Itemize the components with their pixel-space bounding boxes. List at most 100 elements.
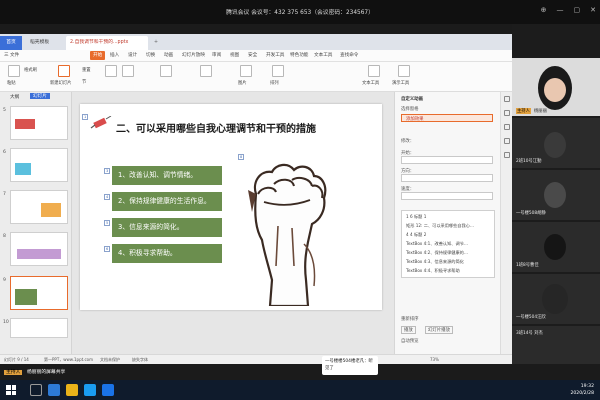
format-brush-label[interactable]: 格式刷 xyxy=(24,67,37,73)
reset-label[interactable]: 重置 xyxy=(82,67,91,73)
task-view-icon[interactable] xyxy=(30,384,42,396)
zoom-level[interactable]: 73% xyxy=(430,357,439,362)
start-select[interactable] xyxy=(401,156,493,164)
animation-list-item[interactable]: TextBox 4:1、改善认知、调节… xyxy=(406,241,468,247)
measure-box-2[interactable]: 2、保持规律健康的生活作息。 xyxy=(112,192,222,211)
bold-icon[interactable] xyxy=(105,65,117,77)
windows-start-icon[interactable] xyxy=(6,385,16,395)
menu-view[interactable]: 视图 xyxy=(230,52,239,58)
slide-thumbnail[interactable] xyxy=(10,148,68,182)
property-icon[interactable] xyxy=(504,96,510,102)
clock-time: 19:32 xyxy=(580,384,594,389)
windows-taskbar: 19:32 2020/2/28 xyxy=(0,380,600,400)
video-tile[interactable]: 1班8号曹佳 xyxy=(512,222,600,272)
video-tile-host[interactable]: 主持人 杨丽丽 xyxy=(512,58,600,116)
thumb-graphic xyxy=(41,203,61,217)
new-tab-button[interactable]: + xyxy=(150,36,160,50)
measure-box-3[interactable]: 3、信息来源的简化。 xyxy=(112,218,222,237)
autopreview-checkbox[interactable]: 自动预览 xyxy=(401,338,419,344)
participant-figure xyxy=(542,284,568,314)
tencent-meeting-icon[interactable] xyxy=(84,384,96,396)
comment-icon[interactable] xyxy=(504,138,510,144)
section-label[interactable]: 节 xyxy=(82,79,86,85)
window-controls: ⊕ — ▢ ✕ xyxy=(541,6,596,14)
settings-icon[interactable] xyxy=(504,152,510,158)
video-tile[interactable]: 3班14号 刘杰 xyxy=(512,326,600,364)
menu-insert[interactable]: 插入 xyxy=(110,52,119,58)
arrange-icon[interactable] xyxy=(272,65,284,77)
minimize-icon[interactable]: — xyxy=(557,6,564,14)
maximize-icon[interactable]: ▢ xyxy=(574,6,581,14)
video-tile[interactable]: 一号楼504汪欣 xyxy=(512,274,600,324)
tab-outline[interactable]: 大纲 xyxy=(10,94,19,100)
animation-list-item[interactable]: 4 4 标题 2 xyxy=(406,232,426,238)
pin-icon[interactable]: ⊕ xyxy=(541,6,547,14)
add-effect-button[interactable]: 添加效果 xyxy=(401,114,493,122)
file-explorer-icon[interactable] xyxy=(66,384,78,396)
measure-box-1[interactable]: 1、改善认知、调节情绪。 xyxy=(112,166,222,185)
animation-list-item[interactable]: 矩形 12: 二、可以采用哪些自我心… xyxy=(406,223,474,229)
doc-protect-status[interactable]: 文档未保护 xyxy=(100,357,120,363)
menu-file[interactable]: 三 文件 xyxy=(4,52,19,58)
slide-title[interactable]: 二、可以采用哪些自我心理调节和干预的措施 xyxy=(116,120,316,135)
menu-security[interactable]: 安全 xyxy=(248,52,257,58)
italic-icon[interactable] xyxy=(122,65,134,77)
paste-label: 粘贴 xyxy=(7,81,16,86)
shape-icon[interactable] xyxy=(200,65,212,77)
slide-thumbnail[interactable] xyxy=(10,190,68,224)
slide-thumbnail-panel: 大纲 幻灯片 5 6 7 8 9 10 xyxy=(0,92,72,354)
participant-figure xyxy=(544,182,566,208)
align-icon[interactable] xyxy=(160,65,172,77)
new-slide-icon[interactable] xyxy=(58,65,70,77)
paste-icon[interactable] xyxy=(8,65,20,77)
menu-transition[interactable]: 切换 xyxy=(146,52,155,58)
animation-icon[interactable] xyxy=(504,110,510,116)
animation-list-item[interactable]: TextBox 4:3、信息来源的简化 xyxy=(406,259,464,265)
animation-list: 1 6 标题 1 矩形 12: 二、可以采用哪些自我心… 4 4 标题 2 Te… xyxy=(401,210,495,278)
menu-devtools[interactable]: 开发工具 xyxy=(266,52,284,58)
menu-slideshow[interactable]: 幻灯片放映 xyxy=(182,52,205,58)
video-tile[interactable]: 2班10号江勤 xyxy=(512,118,600,168)
menu-home[interactable]: 开始 xyxy=(90,51,106,60)
format-icon[interactable] xyxy=(504,124,510,130)
raised-fist-illustration xyxy=(248,163,327,306)
app-icon[interactable] xyxy=(102,384,114,396)
edge-icon[interactable] xyxy=(48,384,60,396)
host-tag: 主持人 xyxy=(4,370,23,375)
menu-features[interactable]: 特色功能 xyxy=(290,52,308,58)
menu-review[interactable]: 审阅 xyxy=(212,52,221,58)
wps-window: 首页 稻壳模板 2.自我调节和干预的...pptx + 三 文件 开始 插入 设… xyxy=(0,34,512,364)
measure-box-4[interactable]: 4、积极寻求帮助。 xyxy=(112,244,222,263)
slide-thumbnail[interactable] xyxy=(10,232,68,266)
animation-list-item[interactable]: TextBox 4:2、保持规律健康的… xyxy=(406,250,468,256)
tab-document[interactable]: 2.自我调节和干预的...pptx xyxy=(66,36,148,50)
picture-icon[interactable] xyxy=(240,65,252,77)
missing-font-link[interactable]: 缺失字体 xyxy=(132,357,148,363)
animation-list-item[interactable]: 1 6 标题 1 xyxy=(406,214,426,220)
add-effect-label: 添加效果 xyxy=(406,117,424,122)
participant-name: 2班10号江勤 xyxy=(516,159,542,164)
participant-figure xyxy=(544,132,566,158)
select-pane-link[interactable]: 选择窗格 xyxy=(401,106,419,112)
menu-search[interactable]: 查找命令 xyxy=(340,52,358,58)
slide-thumbnail[interactable] xyxy=(10,106,68,140)
menu-text-tool[interactable]: 文本工具 xyxy=(314,52,332,58)
text-tool-icon[interactable] xyxy=(368,65,380,77)
video-tile[interactable]: 一号楼508胡静 xyxy=(512,170,600,220)
slide-thumbnail-selected[interactable] xyxy=(10,276,68,310)
tab-templates[interactable]: 稻壳模板 xyxy=(26,36,66,50)
tab-slides[interactable]: 幻灯片 xyxy=(30,93,50,99)
tab-home[interactable]: 首页 xyxy=(0,36,22,50)
current-slide[interactable]: 1 二、可以采用哪些自我心理调节和干预的措施 8 3 1、改善认知、调节情绪。 … xyxy=(80,104,382,310)
slideshow-button[interactable]: 幻灯片播放 xyxy=(425,326,453,334)
animation-marker: 4 xyxy=(104,194,111,200)
animation-list-item[interactable]: TextBox 4:4、积极寻求帮助 xyxy=(406,268,460,274)
direction-select[interactable] xyxy=(401,174,493,182)
menu-design[interactable]: 设计 xyxy=(128,52,137,58)
close-icon[interactable]: ✕ xyxy=(590,6,596,14)
menu-animation[interactable]: 动画 xyxy=(164,52,173,58)
play-button[interactable]: 播放 xyxy=(401,326,416,334)
slide-thumbnail[interactable] xyxy=(10,318,68,338)
presentation-tool-icon[interactable] xyxy=(398,65,410,77)
speed-select[interactable] xyxy=(401,192,493,200)
